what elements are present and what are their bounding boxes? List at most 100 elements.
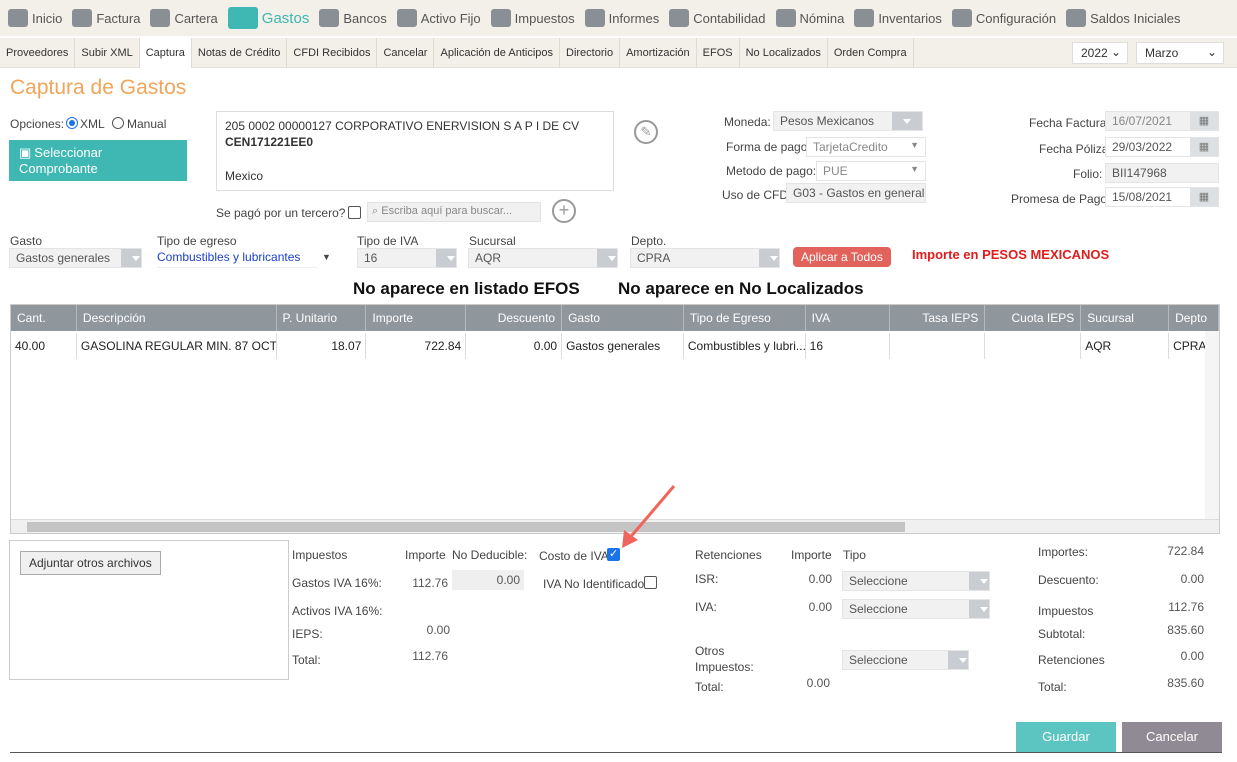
radio-manual[interactable]	[112, 117, 124, 129]
tercero-search-input[interactable]: ⌕ Escriba aquí para buscar...	[367, 202, 541, 222]
scroll-thumb[interactable]	[27, 522, 905, 532]
fecha-poliza-input[interactable]: 29/03/2022 ▦	[1105, 137, 1219, 157]
radio-xml[interactable]	[66, 117, 78, 129]
cell-importe[interactable]: 722.84	[366, 333, 467, 359]
tipo-iva-select[interactable]: 16	[357, 248, 457, 268]
depto-select[interactable]: CPRA	[630, 248, 780, 268]
tab-amortizacion[interactable]: Amortización	[620, 37, 697, 68]
otros-label: Otros	[695, 644, 725, 658]
tercero-checkbox[interactable]	[348, 206, 361, 219]
cell-descuento[interactable]: 0.00	[466, 333, 563, 359]
edit-pencil-icon[interactable]: ✎	[634, 120, 658, 144]
nav-contabilidad[interactable]: Contabilidad	[669, 9, 766, 27]
col-tasa-ieps[interactable]: Tasa IEPS	[890, 305, 986, 331]
aplicar-todos-button[interactable]: Aplicar a Todos	[793, 247, 891, 267]
calendar-icon[interactable]: ▦	[1190, 112, 1218, 130]
col-importe[interactable]: Importe	[366, 305, 467, 331]
importes-value: 722.84	[1167, 544, 1204, 558]
add-plus-icon[interactable]: +	[552, 199, 576, 223]
isr-label: ISR:	[695, 572, 719, 586]
annotation-arrow-icon	[622, 485, 676, 548]
cell-cuota-ieps[interactable]	[985, 333, 1082, 359]
col-descripcion[interactable]: Descripción	[77, 305, 277, 331]
nav-inicio[interactable]: Inicio	[8, 9, 62, 27]
iva-tipo-select[interactable]: Seleccione	[842, 599, 990, 619]
col-sucursal[interactable]: Sucursal	[1081, 305, 1170, 331]
moneda-select[interactable]: Pesos Mexicanos	[773, 111, 923, 131]
col-descuento[interactable]: Descuento	[466, 305, 563, 331]
nav-bancos[interactable]: Bancos	[319, 9, 387, 27]
nav-impuestos[interactable]: Impuestos	[490, 9, 575, 27]
nav-cartera[interactable]: Cartera	[150, 9, 218, 27]
nav-activo-fijo[interactable]: Activo Fijo	[396, 9, 481, 27]
nav-gastos[interactable]: Gastos	[227, 7, 309, 29]
tab-directorio[interactable]: Directorio	[560, 37, 621, 68]
nav-inventarios[interactable]: Inventarios	[854, 9, 942, 27]
uso-select[interactable]: G03 - Gastos en general	[786, 183, 926, 203]
importe-note: Importe en PESOS MEXICANOS	[912, 247, 1110, 262]
folio-input[interactable]: BII147968	[1105, 163, 1219, 183]
costo-iva-label: Costo de IVA	[539, 549, 609, 563]
tab-cancelar[interactable]: Cancelar	[377, 37, 435, 68]
col-depto[interactable]: Depto	[1169, 305, 1219, 331]
forma-select[interactable]: TarjetaCredito ▼	[806, 137, 926, 157]
table-row[interactable]: 40.00 GASOLINA REGULAR MIN. 87 OCTAN... …	[11, 333, 1219, 359]
nav-configuracion[interactable]: Configuración	[951, 9, 1056, 27]
calendar-icon[interactable]: ▦	[1190, 188, 1218, 206]
cell-sucursal[interactable]: AQR	[1081, 333, 1170, 359]
select-voucher-button[interactable]: ▣ Seleccionar Comprobante	[9, 140, 187, 181]
nav-factura[interactable]: Factura	[72, 9, 140, 27]
dropdown-arrow-icon	[892, 112, 922, 130]
retenciones-sum-value: 0.00	[1180, 649, 1204, 663]
cell-cant[interactable]: 40.00	[11, 333, 77, 359]
col-cuota-ieps[interactable]: Cuota IEPS	[985, 305, 1082, 331]
cell-tipo-egreso[interactable]: Combustibles y lubri...	[684, 333, 806, 359]
no-deducible-input[interactable]: 0.00	[452, 570, 524, 590]
cell-p-unitario[interactable]: 18.07	[277, 333, 367, 359]
tab-efos[interactable]: EFOS	[697, 37, 740, 68]
tab-aplicacion-anticipos[interactable]: Aplicación de Anticipos	[434, 37, 560, 68]
promesa-input[interactable]: 15/08/2021 ▦	[1105, 187, 1219, 207]
cancel-button[interactable]: Cancelar	[1122, 722, 1222, 752]
col-iva[interactable]: IVA	[806, 305, 890, 331]
col-p-unitario[interactable]: P. Unitario	[277, 305, 367, 331]
sub-nav: Proveedores Subir XML Captura Notas de C…	[0, 37, 1237, 68]
tab-cfdi-recibidos[interactable]: CFDI Recibidos	[287, 37, 378, 68]
tab-notas-credito[interactable]: Notas de Crédito	[192, 37, 288, 68]
col-gasto[interactable]: Gasto	[562, 305, 684, 331]
nav-informes[interactable]: Informes	[584, 9, 659, 27]
vertical-scrollbar[interactable]	[1205, 331, 1219, 521]
save-button[interactable]: Guardar	[1016, 722, 1116, 752]
ieps-value: 0.00	[426, 623, 450, 637]
sucursal-select[interactable]: AQR	[468, 248, 618, 268]
tab-proveedores[interactable]: Proveedores	[0, 37, 76, 68]
tab-no-localizados[interactable]: No Localizados	[740, 37, 828, 68]
attach-files-button[interactable]: Adjuntar otros archivos	[20, 551, 161, 575]
month-select[interactable]: Marzo ⌄	[1136, 42, 1224, 64]
tab-orden-compra[interactable]: Orden Compra	[828, 37, 914, 68]
isr-tipo-select[interactable]: Seleccione	[842, 571, 990, 591]
caret-down-icon[interactable]: ▼	[322, 252, 331, 262]
cell-descripcion[interactable]: GASOLINA REGULAR MIN. 87 OCTAN...	[77, 333, 277, 359]
calendar-icon[interactable]: ▦	[1190, 138, 1218, 156]
fecha-factura-input[interactable]: 16/07/2021 ▦	[1105, 111, 1219, 131]
provider-country: Mexico	[225, 169, 264, 183]
iva-no-identificado-checkbox[interactable]	[644, 576, 657, 589]
ieps-label: IEPS:	[292, 627, 323, 641]
cell-gasto[interactable]: Gastos generales	[562, 333, 684, 359]
nav-saldos-iniciales[interactable]: Saldos Iniciales	[1066, 9, 1180, 27]
radio-dot	[69, 120, 75, 126]
tab-captura[interactable]: Captura	[139, 37, 192, 68]
gasto-select[interactable]: Gastos generales	[9, 248, 142, 268]
cell-tasa-ieps[interactable]	[890, 333, 986, 359]
year-select[interactable]: 2022 ⌄	[1072, 42, 1128, 64]
nav-nomina[interactable]: Nómina	[775, 9, 844, 27]
cell-iva[interactable]: 16	[806, 333, 890, 359]
col-cant[interactable]: Cant.	[11, 305, 77, 331]
metodo-select[interactable]: PUE ▼	[816, 161, 926, 181]
egreso-select[interactable]: Combustibles y lubricantes	[157, 248, 317, 268]
col-tipo-egreso[interactable]: Tipo de Egreso	[684, 305, 806, 331]
tab-subir-xml[interactable]: Subir XML	[75, 37, 140, 68]
top-nav: Inicio Factura Cartera Gastos Bancos Act…	[0, 0, 1237, 36]
otros-tipo-select[interactable]: Seleccione	[842, 650, 969, 670]
